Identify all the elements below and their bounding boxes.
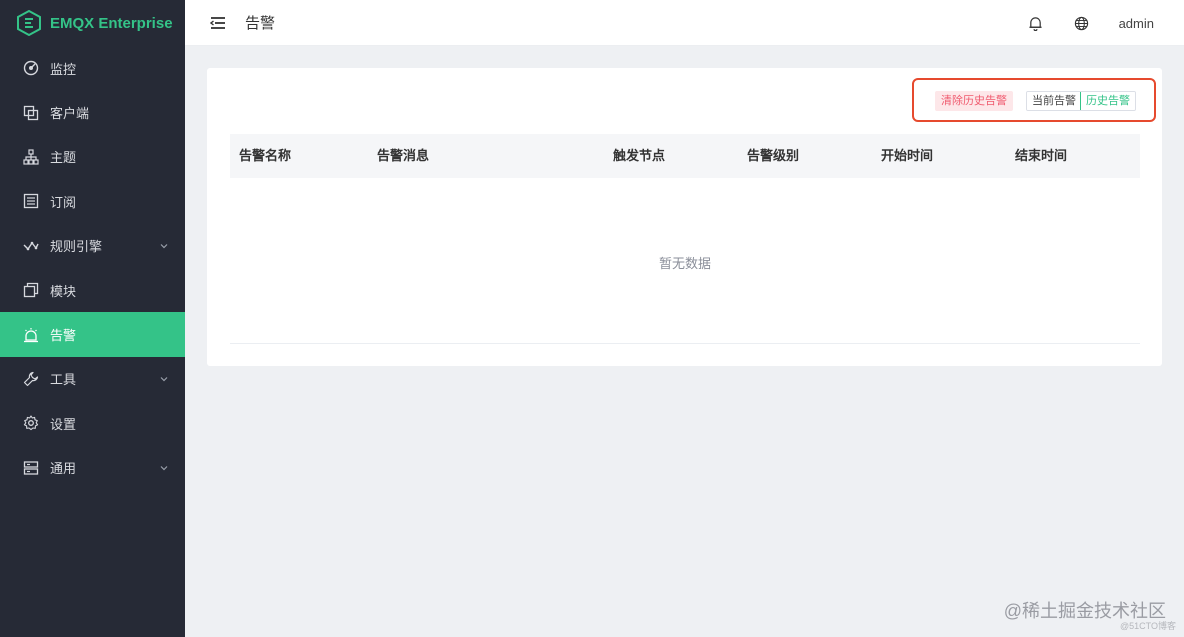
chevron-down-icon bbox=[160, 465, 168, 471]
tab-current-alarms[interactable]: 当前告警 bbox=[1027, 92, 1081, 110]
sidebar-item-label: 规则引擎 bbox=[50, 239, 103, 255]
sidebar-item-label: 通用 bbox=[50, 461, 77, 477]
column-header-end-time[interactable]: 结束时间 bbox=[1015, 134, 1067, 178]
sidebar-item-tools[interactable]: 工具 bbox=[0, 357, 185, 401]
sidebar-item-modules[interactable]: 模块 bbox=[0, 268, 185, 312]
sidebar-item-label: 工具 bbox=[50, 372, 77, 388]
tab-history-alarms[interactable]: 历史告警 bbox=[1080, 92, 1135, 110]
empty-state-text: 暂无数据 bbox=[658, 256, 711, 271]
top-header: 告警 admin bbox=[185, 0, 1184, 46]
sidebar: EMQX Enterprise 监控 客户端 主题 订阅 规则引擎 模块 告警 … bbox=[0, 0, 185, 637]
bell-icon[interactable] bbox=[1027, 14, 1045, 32]
sidebar-item-subscriptions[interactable]: 订阅 bbox=[0, 179, 185, 223]
column-header-alarm-message[interactable]: 告警消息 bbox=[377, 134, 429, 178]
page-title: 告警 bbox=[245, 15, 276, 32]
sidebar-item-label: 主题 bbox=[50, 150, 77, 166]
sidebar-item-label: 设置 bbox=[50, 416, 77, 432]
chevron-down-icon bbox=[160, 376, 168, 382]
globe-icon[interactable] bbox=[1073, 14, 1091, 32]
emqx-logo-icon bbox=[17, 10, 41, 36]
column-header-alarm-level[interactable]: 告警级别 bbox=[747, 134, 799, 178]
watermark-secondary: @51CTO博客 bbox=[1120, 621, 1176, 631]
header-actions: admin bbox=[1027, 0, 1154, 46]
column-header-alarm-name[interactable]: 告警名称 bbox=[239, 134, 291, 178]
gear-icon bbox=[22, 414, 40, 432]
sidebar-item-topics[interactable]: 主题 bbox=[0, 135, 185, 179]
wrench-icon bbox=[22, 370, 40, 388]
sidebar-item-alarms[interactable]: 告警 bbox=[0, 312, 185, 357]
rule-engine-icon bbox=[22, 237, 40, 255]
modules-icon bbox=[22, 281, 40, 299]
sidebar-menu: 监控 客户端 主题 订阅 规则引擎 模块 告警 工具 设置 通用 bbox=[0, 46, 185, 490]
brand[interactable]: EMQX Enterprise bbox=[0, 0, 185, 46]
alarm-icon bbox=[22, 326, 40, 344]
sidebar-item-settings[interactable]: 设置 bbox=[0, 401, 185, 445]
sidebar-item-label: 模块 bbox=[50, 283, 77, 299]
sidebar-item-clients[interactable]: 客户端 bbox=[0, 90, 185, 134]
sidebar-item-label: 监控 bbox=[50, 61, 77, 77]
column-header-start-time[interactable]: 开始时间 bbox=[881, 134, 933, 178]
sidebar-item-label: 客户端 bbox=[50, 106, 90, 122]
menu-toggle-icon[interactable] bbox=[209, 14, 227, 32]
sidebar-item-general[interactable]: 通用 bbox=[0, 446, 185, 490]
table-body: 暂无数据 bbox=[230, 178, 1140, 344]
subscription-list-icon bbox=[22, 192, 40, 210]
clear-history-alarms-button[interactable]: 清除历史告警 bbox=[935, 91, 1013, 111]
brand-name: EMQX Enterprise bbox=[50, 14, 173, 32]
dashboard-icon bbox=[22, 59, 40, 77]
column-header-trigger-node[interactable]: 触发节点 bbox=[613, 134, 665, 178]
clients-icon bbox=[22, 104, 40, 122]
sidebar-item-label: 告警 bbox=[50, 328, 77, 344]
general-icon bbox=[22, 459, 40, 477]
table-header: 告警名称 告警消息 触发节点 告警级别 开始时间 结束时间 bbox=[230, 134, 1140, 178]
topic-tree-icon bbox=[22, 148, 40, 166]
user-menu[interactable]: admin bbox=[1119, 16, 1154, 31]
chevron-down-icon bbox=[160, 243, 168, 249]
sidebar-item-monitor[interactable]: 监控 bbox=[0, 46, 185, 90]
alarm-type-switch: 当前告警 历史告警 bbox=[1026, 91, 1136, 111]
sidebar-item-rule-engine[interactable]: 规则引擎 bbox=[0, 224, 185, 268]
sidebar-item-label: 订阅 bbox=[50, 194, 77, 210]
